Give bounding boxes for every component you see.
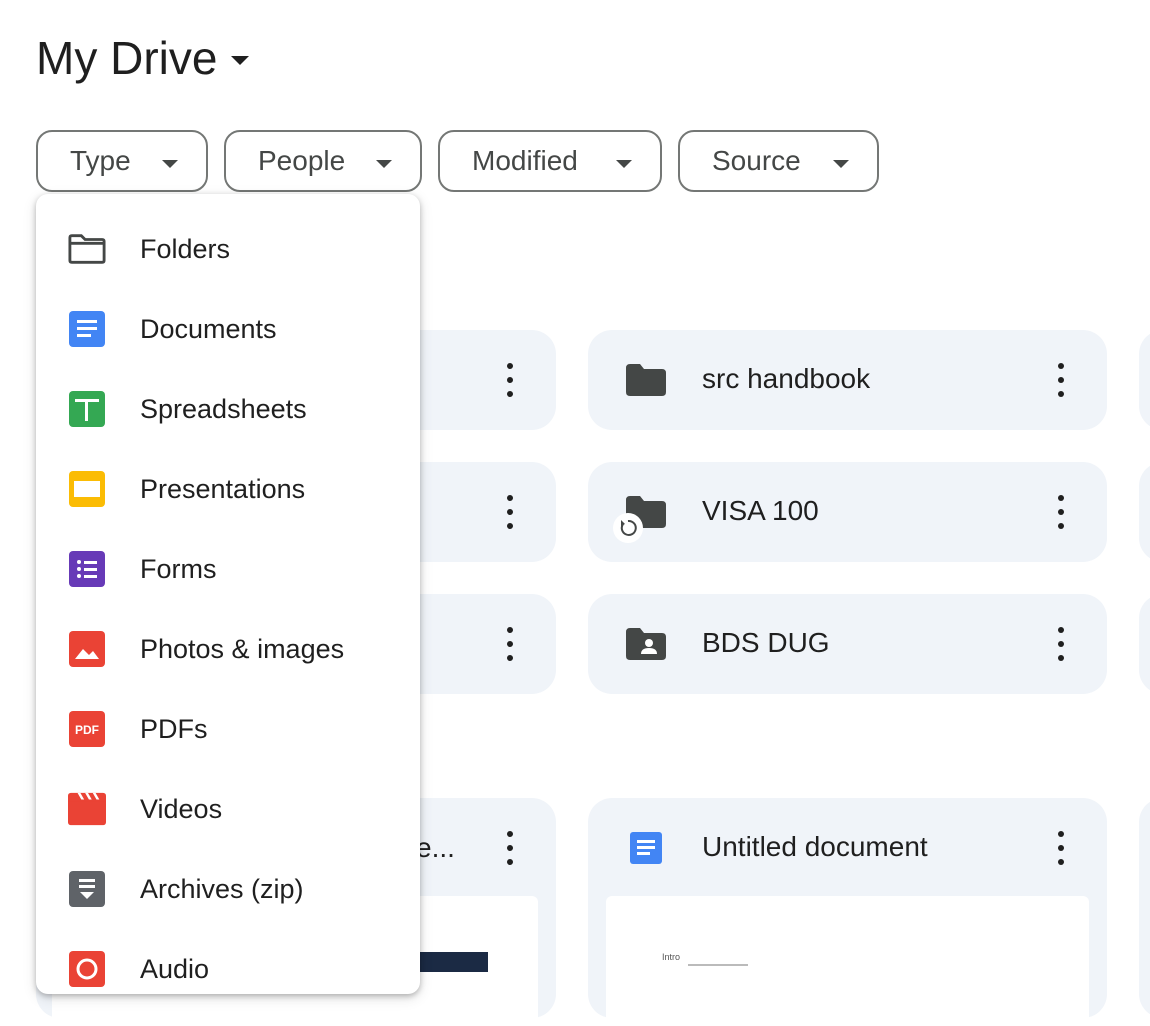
chip-label: Source: [712, 145, 801, 176]
more-options-icon[interactable]: [1056, 831, 1066, 865]
type-filter-menu: Folders Documents Spreadsheets Presentat…: [36, 194, 420, 994]
more-options-icon[interactable]: [1056, 363, 1066, 397]
type-filter-chip[interactable]: Type: [36, 130, 208, 192]
folder-card-visa-100[interactable]: VISA 100: [588, 462, 1107, 562]
menu-item-audio[interactable]: Audio: [36, 929, 420, 994]
menu-item-label: Folders: [140, 233, 231, 264]
folder-name: BDS DUG: [702, 627, 830, 658]
menu-item-documents[interactable]: Documents: [36, 289, 420, 369]
image-icon: [68, 630, 106, 668]
chevron-down-icon: [162, 160, 178, 168]
file-name: e...: [416, 832, 455, 863]
thumbnail-text: Intro: [662, 952, 681, 962]
folder-name: VISA 100: [702, 495, 819, 526]
menu-item-label: Videos: [140, 793, 223, 824]
folder-icon: [626, 364, 666, 396]
chip-label: People: [258, 145, 346, 176]
file-name: Untitled document: [702, 831, 928, 862]
more-options-icon[interactable]: [1056, 495, 1066, 529]
more-options-icon[interactable]: [505, 831, 515, 865]
menu-item-photos-images[interactable]: Photos & images: [36, 609, 420, 689]
menu-item-label: PDFs: [140, 713, 208, 744]
page-title: My Drive: [36, 32, 218, 84]
menu-item-label: Documents: [140, 313, 277, 344]
video-icon: [68, 790, 106, 828]
thumbnail-line: [688, 964, 748, 966]
sheets-icon: [68, 390, 106, 428]
menu-item-label: Photos & images: [140, 633, 345, 664]
shared-folder-icon: [626, 628, 666, 660]
sync-badge-icon: [613, 513, 643, 543]
chevron-down-icon: [376, 160, 392, 168]
chevron-down-icon: [231, 55, 250, 65]
folder-name: src handbook: [702, 363, 871, 394]
chevron-down-icon: [616, 160, 632, 168]
menu-item-presentations[interactable]: Presentations: [36, 449, 420, 529]
source-filter-chip[interactable]: Source: [678, 130, 879, 192]
menu-item-pdfs[interactable]: PDF PDFs: [36, 689, 420, 769]
more-options-icon[interactable]: [505, 363, 515, 397]
menu-item-label: Spreadsheets: [140, 393, 307, 424]
slides-icon: [68, 470, 106, 508]
folder-card[interactable]: [1139, 594, 1150, 694]
file-card-untitled-document[interactable]: Untitled document Intro: [588, 798, 1107, 1026]
docs-icon: [68, 310, 106, 348]
forms-icon: [68, 550, 106, 588]
file-thumbnail: Intro: [606, 896, 1089, 1026]
audio-icon: [68, 950, 106, 988]
menu-item-archives[interactable]: Archives (zip): [36, 849, 420, 929]
folder-outline-icon: [68, 230, 106, 268]
menu-item-folders[interactable]: Folders: [36, 209, 420, 289]
folder-card-bds-dug[interactable]: BDS DUG: [588, 594, 1107, 694]
thumbnail-image: [418, 952, 488, 972]
document-icon: [630, 832, 662, 864]
more-options-icon[interactable]: [1056, 627, 1066, 661]
chevron-down-icon: [833, 160, 849, 168]
modified-filter-chip[interactable]: Modified: [438, 130, 662, 192]
pdf-icon-text: PDF: [75, 723, 99, 737]
chip-label: Type: [70, 145, 131, 176]
menu-item-label: Presentations: [140, 473, 306, 504]
my-drive-title-button[interactable]: My Drive: [36, 28, 250, 88]
folder-card[interactable]: [1139, 462, 1150, 562]
menu-item-label: Audio: [140, 953, 210, 984]
chip-label: Modified: [472, 145, 578, 176]
menu-item-spreadsheets[interactable]: Spreadsheets: [36, 369, 420, 449]
more-options-icon[interactable]: [505, 495, 515, 529]
pdf-icon: PDF: [68, 710, 106, 748]
people-filter-chip[interactable]: People: [224, 130, 422, 192]
more-options-icon[interactable]: [505, 627, 515, 661]
menu-item-label: Forms: [140, 553, 217, 584]
archive-icon: [68, 870, 106, 908]
file-card[interactable]: [1139, 798, 1150, 1018]
menu-item-videos[interactable]: Videos: [36, 769, 420, 849]
folder-card[interactable]: [1139, 330, 1150, 430]
menu-item-label: Archives (zip): [140, 873, 304, 904]
menu-item-forms[interactable]: Forms: [36, 529, 420, 609]
folder-card-src-handbook[interactable]: src handbook: [588, 330, 1107, 430]
